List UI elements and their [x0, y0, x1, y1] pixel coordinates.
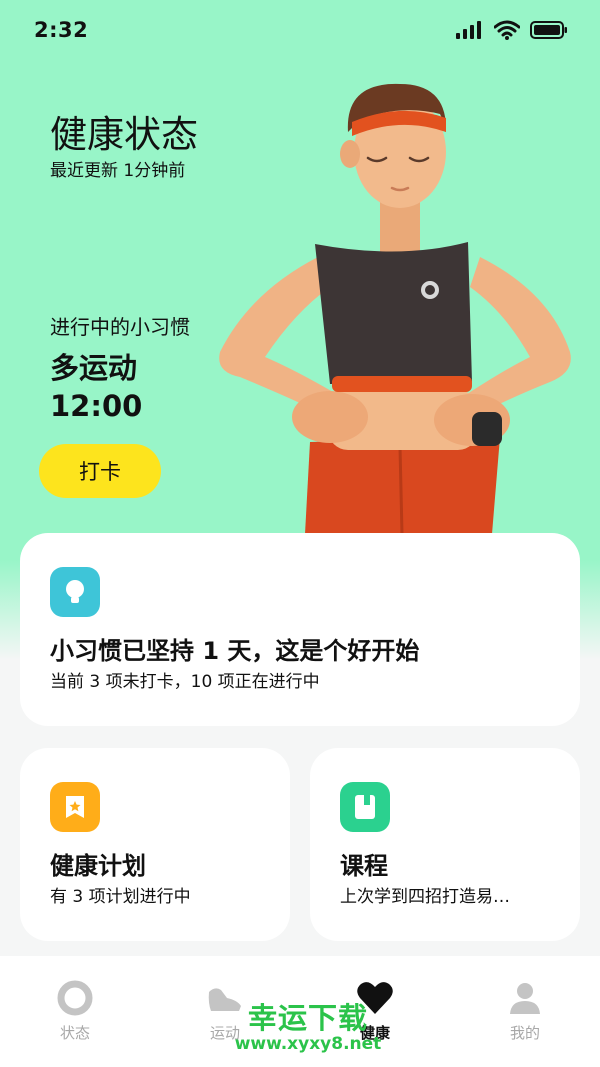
shoe-icon: [208, 988, 241, 1011]
last-updated: 最近更新 1分钟前: [50, 161, 186, 181]
tab-status[interactable]: 状态: [0, 956, 150, 1067]
ribbon-star-icon: [50, 782, 100, 832]
habit-label: 进行中的小习惯: [50, 315, 190, 339]
tab-health-label: 健康: [359, 1024, 390, 1042]
health-plan-card[interactable]: 健康计划 有 3 项计划进行中: [20, 748, 290, 941]
course-title: 课程: [340, 852, 388, 880]
book-icon: [340, 782, 390, 832]
battery-icon: [530, 21, 567, 39]
ring-icon: [57, 980, 93, 1016]
wifi-icon: [494, 20, 520, 40]
status-icons: [456, 20, 568, 40]
tab-health[interactable]: 健康: [300, 956, 450, 1067]
lightbulb-icon: [50, 567, 100, 617]
tab-profile[interactable]: 我的: [450, 956, 600, 1067]
person-icon: [510, 983, 540, 1014]
page-title: 健康状态: [50, 113, 198, 156]
heart-icon: [357, 982, 393, 1014]
habit-name: 多运动: [50, 351, 138, 385]
habit-time: 12:00: [50, 389, 143, 423]
tab-exercise[interactable]: 运动: [150, 956, 300, 1067]
status-bar: 2:32: [0, 0, 600, 62]
bottom-tab-bar: 状态 运动 健康 我的: [0, 956, 600, 1067]
signal-icon: [456, 21, 481, 39]
course-card[interactable]: 课程 上次学到四招打造易…: [310, 748, 580, 941]
tab-profile-label: 我的: [509, 1024, 540, 1042]
habit-summary-card[interactable]: 小习惯已坚持 1 天，这是个好开始 当前 3 项未打卡，10 项正在进行中: [20, 533, 580, 726]
habit-summary-title: 小习惯已坚持 1 天，这是个好开始: [50, 637, 420, 665]
checkin-button[interactable]: 打卡: [39, 444, 161, 498]
tab-exercise-label: 运动: [209, 1024, 240, 1042]
habit-summary-desc: 当前 3 项未打卡，10 项正在进行中: [50, 672, 320, 692]
status-time: 2:32: [34, 18, 89, 42]
health-plan-desc: 有 3 项计划进行中: [50, 887, 191, 907]
tab-status-label: 状态: [59, 1024, 90, 1042]
course-desc: 上次学到四招打造易…: [340, 887, 510, 907]
health-plan-title: 健康计划: [50, 852, 146, 880]
fitness-character-illustration: [219, 83, 571, 534]
